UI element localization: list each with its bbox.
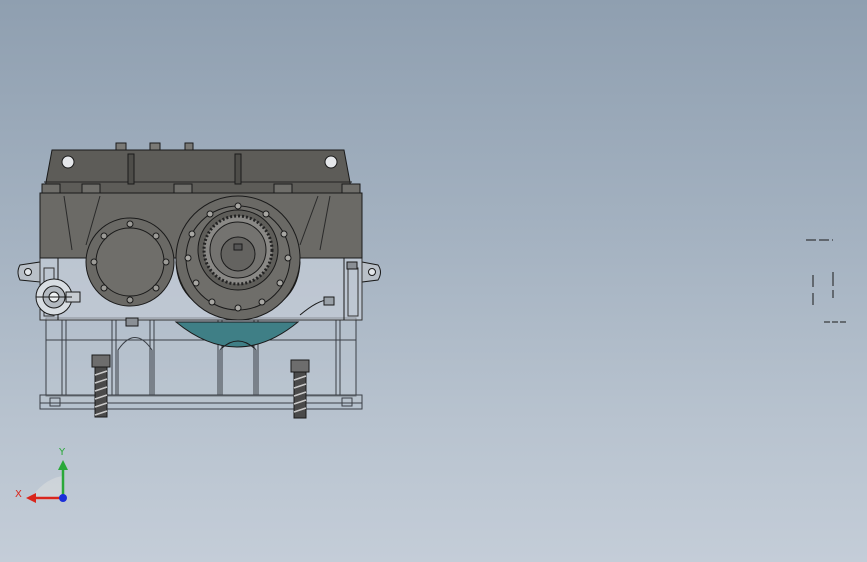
y-arrow: [58, 460, 68, 470]
y-axis-label: Y: [58, 447, 66, 458]
lift-eye-left[interactable]: [61, 155, 75, 169]
output-shaft-flange[interactable]: [175, 195, 301, 321]
gearbox-assembly[interactable]: [17, 142, 381, 419]
x-axis-label: X: [15, 489, 22, 500]
breather-plug[interactable]: [115, 142, 127, 151]
oil-gauge[interactable]: [323, 296, 335, 306]
graphics-viewport[interactable]: Y X: [0, 0, 867, 562]
side-plug[interactable]: [346, 261, 358, 270]
z-axis-dot: [59, 494, 67, 502]
sketch-entities[interactable]: [806, 239, 846, 323]
top-plug-3[interactable]: [184, 142, 194, 151]
model-view[interactable]: Y X: [0, 0, 867, 562]
drain-plug[interactable]: [125, 317, 139, 327]
top-plug-2[interactable]: [149, 142, 161, 151]
reference-triad: Y X: [15, 447, 68, 503]
input-bearing-cover[interactable]: [85, 217, 175, 307]
cover-rib-1: [127, 153, 135, 185]
lifting-lug-right[interactable]: [361, 261, 381, 283]
anchor-bolt-left[interactable]: [91, 354, 111, 418]
anchor-bolt-right[interactable]: [290, 359, 310, 419]
cover-rib-2: [234, 153, 242, 185]
lifting-lug-left[interactable]: [17, 261, 41, 283]
x-arrow: [26, 493, 36, 503]
lift-eye-right[interactable]: [324, 155, 338, 169]
